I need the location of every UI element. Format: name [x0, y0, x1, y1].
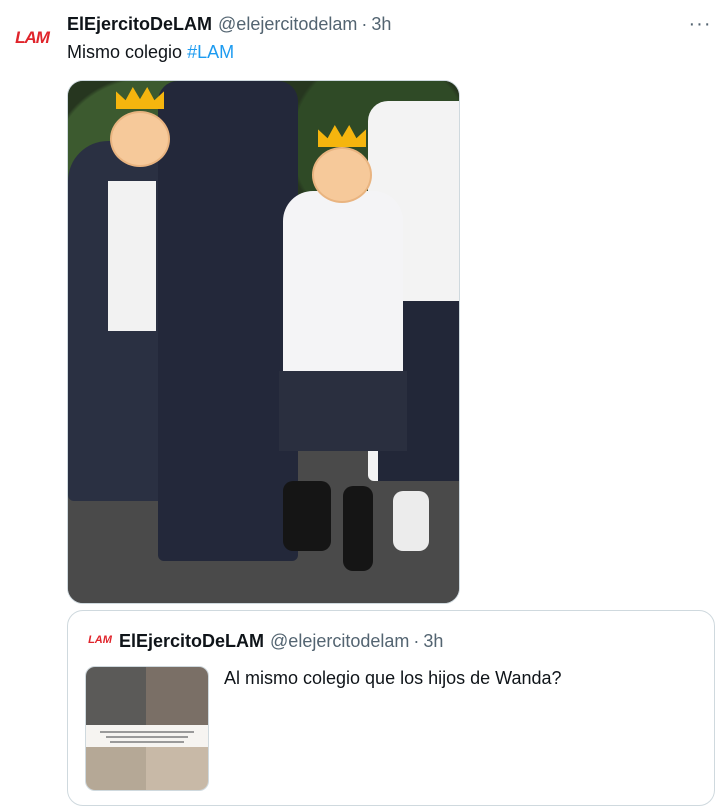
- tweet-header: ElEjercitoDeLAM @elejercitodelam · 3h: [67, 12, 391, 36]
- quoted-user-handle: @elejercitodelam: [270, 630, 410, 651]
- quoted-profile-avatar: LAM: [88, 634, 112, 646]
- photo-child-center: [279, 191, 407, 451]
- quoted-timestamp: 3h: [423, 630, 444, 651]
- photo-boots-left: [283, 481, 331, 551]
- face-emoji-left: [110, 111, 170, 167]
- user-handle[interactable]: @elejercitodelam: [218, 14, 357, 35]
- quoted-tweet-header: ElEjercitoDeLAM @elejercitodelam · 3h: [119, 629, 443, 653]
- face-emoji-center: [312, 147, 372, 203]
- photo-child-tall: [158, 81, 298, 561]
- hashtag-link[interactable]: #LAM: [187, 42, 234, 62]
- profile-avatar[interactable]: LAM: [12, 26, 52, 50]
- timestamp[interactable]: 3h: [371, 14, 391, 35]
- photo-sneakers: [393, 491, 429, 551]
- quoted-display-name: ElEjercitoDeLAM: [119, 630, 265, 651]
- tweet-text: Mismo colegio #LAM: [67, 40, 234, 64]
- tweet-photo[interactable]: [67, 80, 460, 604]
- tweet-text-body: Mismo colegio: [67, 42, 183, 62]
- display-name[interactable]: ElEjercitoDeLAM: [67, 14, 212, 35]
- photo-boots-right: [343, 486, 373, 571]
- quoted-tweet-card[interactable]: LAM ElEjercitoDeLAM @elejercitodelam · 3…: [67, 610, 715, 806]
- quoted-separator-dot: ·: [413, 630, 420, 651]
- separator-dot: ·: [361, 13, 368, 34]
- quoted-tweet-text: Al mismo colegio que los hijos de Wanda?: [224, 668, 562, 688]
- more-options-icon[interactable]: ···: [686, 12, 714, 36]
- quoted-thumbnail: [85, 666, 209, 791]
